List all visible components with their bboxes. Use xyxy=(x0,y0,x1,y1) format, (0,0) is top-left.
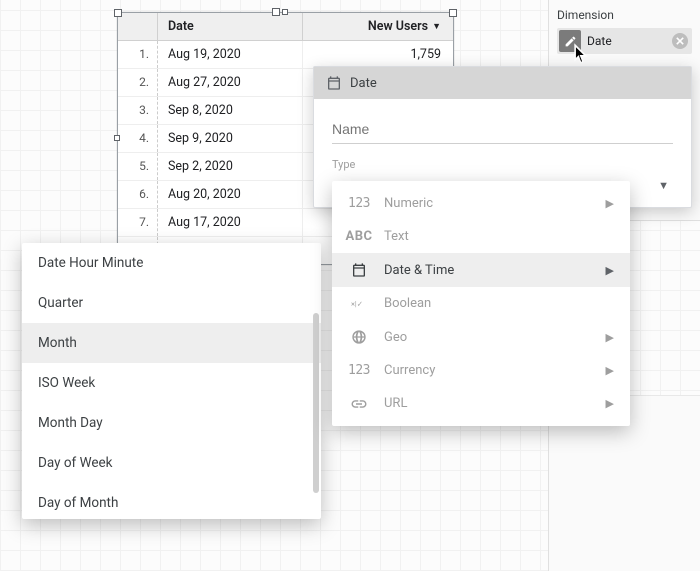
pencil-icon xyxy=(564,35,577,48)
type-menu-item[interactable]: 123 Numeric ▶ xyxy=(332,187,630,220)
field-type-label: Type xyxy=(332,158,673,171)
type-menu-item[interactable]: ABC Text xyxy=(332,220,630,253)
subtype-menu-item[interactable]: Month Day xyxy=(22,403,321,443)
subtype-menu-item[interactable]: Month xyxy=(22,323,321,363)
row-number: 6. xyxy=(118,181,158,208)
cell-date: Aug 27, 2020 xyxy=(158,69,303,96)
column-header-date[interactable]: Date xyxy=(158,13,303,40)
field-name-input[interactable] xyxy=(332,117,673,144)
close-icon xyxy=(676,37,684,45)
section-label-dimension: Dimension xyxy=(557,8,692,22)
type-menu-label: Date & Time xyxy=(384,263,454,278)
subtype-menu-item[interactable]: Quarter xyxy=(22,283,321,323)
table-header-row: Date New Users ▼ xyxy=(118,13,453,41)
numeric-icon: 123 xyxy=(348,196,370,211)
cell-date: Sep 9, 2020 xyxy=(158,125,303,152)
dimension-chip-label: Date xyxy=(587,34,612,48)
row-number-header xyxy=(118,13,158,40)
type-menu-item[interactable]: ×|✓ Boolean xyxy=(332,287,630,320)
row-number: 4. xyxy=(118,125,158,152)
date-subtype-menu: Date Hour MinuteQuarterMonthISO WeekMont… xyxy=(22,243,321,519)
type-menu-item[interactable]: 123 Currency ▶ xyxy=(332,354,630,387)
subtype-menu-item[interactable]: Date Hour Minute xyxy=(22,243,321,283)
field-editor-title: Date xyxy=(350,76,377,91)
calendar-icon xyxy=(326,75,342,91)
globe-icon xyxy=(348,329,370,345)
row-number: 1. xyxy=(118,41,158,68)
subtype-menu-item[interactable]: Day of Week xyxy=(22,443,321,483)
sort-desc-icon: ▼ xyxy=(432,21,441,32)
text-icon: ABC xyxy=(348,229,370,244)
dimension-chip-date[interactable]: Date xyxy=(557,28,692,54)
cell-date: Aug 20, 2020 xyxy=(158,181,303,208)
chevron-right-icon: ▶ xyxy=(606,331,614,344)
type-menu-label: URL xyxy=(384,396,407,411)
subtype-menu-item[interactable]: Day of Month xyxy=(22,483,321,519)
table-row[interactable]: 1.Aug 19, 20201,759 xyxy=(118,41,453,69)
type-menu-label: Currency xyxy=(384,363,435,378)
svg-text:×|✓: ×|✓ xyxy=(351,299,363,308)
chevron-right-icon: ▶ xyxy=(606,264,614,277)
type-menu-label: Geo xyxy=(384,330,407,345)
chevron-right-icon: ▶ xyxy=(606,197,614,210)
column-header-label: New Users xyxy=(368,19,428,34)
scrollbar-thumb[interactable] xyxy=(313,313,319,493)
chevron-down-icon: ▼ xyxy=(658,179,673,192)
calendar-icon xyxy=(348,262,370,278)
type-menu-label: Boolean xyxy=(384,296,431,311)
cell-value: 1,759 xyxy=(303,41,453,68)
type-menu-item[interactable]: Geo ▶ xyxy=(332,320,630,354)
numeric-icon: 123 xyxy=(348,363,370,378)
remove-dimension-button[interactable] xyxy=(672,33,688,49)
row-number: 7. xyxy=(118,209,158,236)
type-menu-label: Numeric xyxy=(384,196,433,211)
edit-dimension-button[interactable] xyxy=(559,30,581,52)
boolean-icon: ×|✓ xyxy=(348,298,370,310)
subtype-menu-item[interactable]: ISO Week xyxy=(22,363,321,403)
cell-date: Sep 2, 2020 xyxy=(158,153,303,180)
cell-date: Aug 17, 2020 xyxy=(158,209,303,236)
cell-date: Aug 19, 2020 xyxy=(158,41,303,68)
column-resize-handle[interactable] xyxy=(272,8,280,16)
row-number: 3. xyxy=(118,97,158,124)
column-header-new-users[interactable]: New Users ▼ xyxy=(303,13,453,40)
type-menu-item[interactable]: URL ▶ xyxy=(332,387,630,420)
type-menu: 123 Numeric ▶ ABC Text Date & Time ▶ ×|✓ Boolean… xyxy=(332,181,630,426)
cell-date: Sep 8, 2020 xyxy=(158,97,303,124)
row-number: 5. xyxy=(118,153,158,180)
resize-handle[interactable] xyxy=(282,9,288,15)
row-number: 2. xyxy=(118,69,158,96)
type-menu-item[interactable]: Date & Time ▶ xyxy=(332,253,630,287)
field-editor-header: Date xyxy=(314,67,691,99)
resize-handle[interactable] xyxy=(114,135,120,141)
chevron-right-icon: ▶ xyxy=(606,364,614,377)
link-icon xyxy=(348,398,370,410)
chevron-right-icon: ▶ xyxy=(606,397,614,410)
type-menu-label: Text xyxy=(384,229,409,244)
